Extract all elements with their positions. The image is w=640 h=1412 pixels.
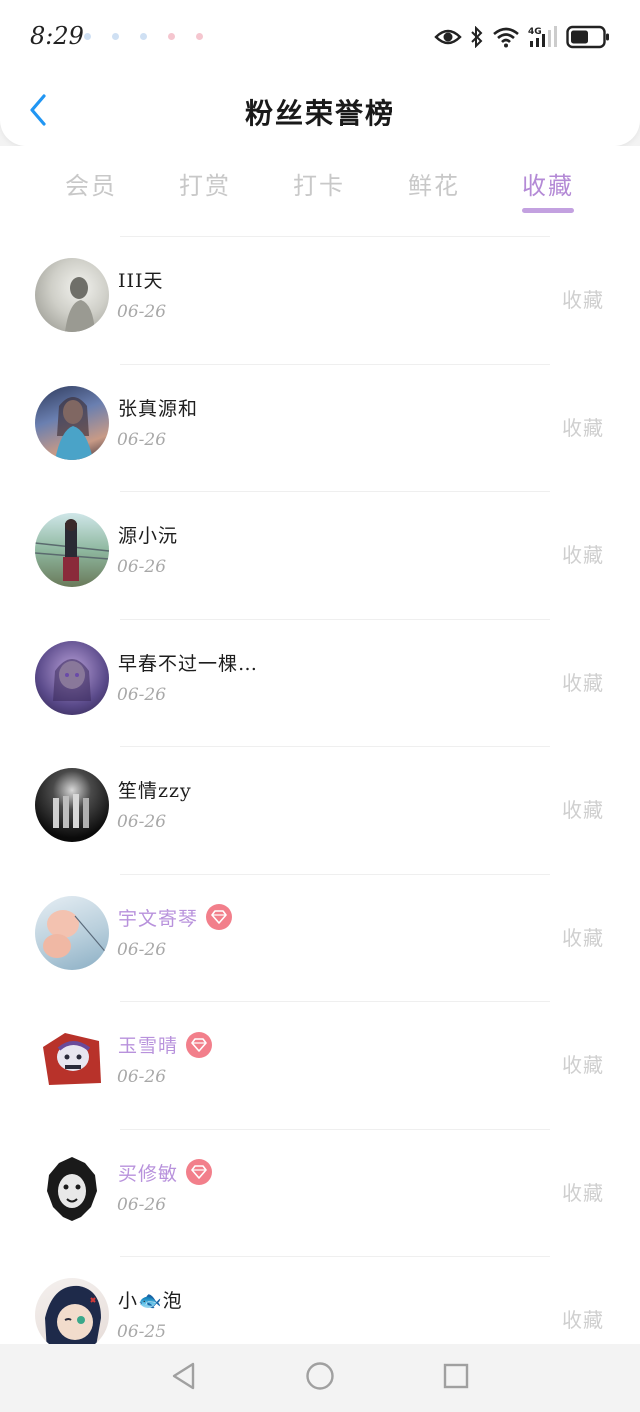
- fan-list: III天 06-26 收藏 张真源和 06-26 收藏 源小沅 06-26 收藏: [0, 236, 640, 1344]
- cellular-signal-icon: 4G: [528, 25, 558, 49]
- diamond-icon: [206, 904, 233, 930]
- list-item[interactable]: 早春不过一棵… 06-26 收藏: [0, 618, 640, 747]
- avatar: [35, 258, 109, 332]
- tab-favorites[interactable]: 收藏: [498, 166, 598, 201]
- system-back-button[interactable]: [167, 1362, 199, 1394]
- nav-bar: 粉丝荣誉榜: [0, 80, 640, 144]
- fan-date: 06-25: [117, 1322, 167, 1342]
- status-bar: 8:29 4G: [0, 0, 640, 74]
- action-label: 收藏: [562, 1308, 604, 1332]
- list-item[interactable]: 笙情zzy 06-26 收藏: [0, 746, 640, 874]
- name-line: 玉雪晴: [118, 1031, 213, 1058]
- system-home-button[interactable]: [304, 1362, 336, 1394]
- avatar: [35, 1150, 109, 1225]
- divider: [120, 1001, 550, 1002]
- notification-dot-icon: [196, 33, 203, 40]
- home-circle-icon: [305, 1361, 335, 1395]
- divider: [120, 491, 550, 492]
- fan-date: 06-26: [117, 557, 167, 577]
- divider: [120, 746, 550, 747]
- tab-bar: 会员 打赏 打卡 鲜花 收藏: [0, 146, 640, 236]
- status-time: 8:29: [30, 22, 84, 50]
- avatar: [35, 385, 109, 460]
- action-label: 收藏: [562, 670, 604, 695]
- list-item[interactable]: III天 06-26 收藏: [0, 236, 640, 364]
- name-line: 早春不过一棵…: [118, 649, 258, 676]
- fan-date: 06-26: [117, 1067, 167, 1087]
- action-label: 收藏: [562, 543, 604, 567]
- fan-name: 小🐟泡: [118, 1290, 183, 1312]
- divider: [120, 1256, 550, 1257]
- divider: [120, 363, 550, 365]
- fan-name: 玉雪晴: [118, 1035, 179, 1057]
- notification-dot-icon: [140, 33, 147, 40]
- name-line: 买修敏: [118, 1159, 213, 1186]
- name-line: III天: [118, 266, 164, 293]
- system-recents-button[interactable]: [440, 1362, 472, 1394]
- fan-date: 06-26: [117, 939, 167, 960]
- avatar: [35, 1023, 109, 1097]
- page-title: 粉丝荣誉榜: [244, 97, 395, 130]
- active-tab-indicator: [522, 208, 574, 213]
- fan-name: 源小沅: [118, 525, 179, 547]
- svg-text:4G: 4G: [528, 27, 542, 37]
- divider: [120, 618, 550, 620]
- notification-dot-icon: [112, 33, 119, 40]
- action-label: 收藏: [562, 288, 604, 312]
- list-item[interactable]: 小🐟泡 06-25 收藏: [0, 1256, 640, 1344]
- eye-icon: [434, 27, 462, 47]
- system-nav-bar: [0, 1344, 640, 1412]
- divider: [120, 1128, 550, 1130]
- avatar: [35, 1278, 109, 1344]
- diamond-icon: [186, 1031, 213, 1058]
- tab-membership[interactable]: 会员: [41, 166, 141, 201]
- tab-checkin[interactable]: 打卡: [269, 166, 369, 201]
- avatar: [35, 895, 109, 970]
- fan-date: 06-26: [117, 429, 167, 450]
- name-line: 笙情zzy: [118, 776, 192, 803]
- list-item[interactable]: 源小沅 06-26 收藏: [0, 491, 640, 619]
- fan-name: 早春不过一棵…: [118, 652, 259, 675]
- recents-square-icon: [442, 1362, 470, 1394]
- fan-date: 06-26: [117, 684, 167, 705]
- tab-tips[interactable]: 打赏: [155, 166, 255, 201]
- divider: [120, 236, 550, 237]
- fan-name: 宇文寄琴: [118, 907, 199, 930]
- notification-icons: [84, 33, 203, 40]
- fan-date: 06-26: [117, 1194, 167, 1215]
- back-triangle-icon: [170, 1361, 196, 1395]
- status-icons: 4G: [434, 22, 610, 52]
- name-line: 源小沅: [118, 521, 178, 548]
- fan-name: 买修敏: [118, 1162, 179, 1185]
- action-label: 收藏: [562, 925, 604, 950]
- action-label: 收藏: [562, 415, 604, 440]
- action-label: 收藏: [562, 1180, 604, 1205]
- name-line: 小🐟泡: [118, 1286, 183, 1313]
- action-label: 收藏: [562, 798, 604, 822]
- notification-dot-icon: [168, 33, 175, 40]
- fan-name: III天: [118, 270, 164, 292]
- name-line: 张真源和: [118, 394, 198, 421]
- action-label: 收藏: [562, 1053, 604, 1077]
- divider: [120, 873, 550, 875]
- list-item[interactable]: 玉雪晴 06-26 收藏: [0, 1001, 640, 1129]
- name-line: 宇文寄琴: [118, 904, 233, 931]
- fan-name: 笙情zzy: [118, 780, 192, 802]
- avatar: [35, 768, 109, 842]
- fan-date: 06-26: [117, 302, 167, 322]
- fan-name: 张真源和: [118, 397, 199, 420]
- battery-icon: [566, 25, 610, 49]
- diamond-icon: [186, 1159, 213, 1185]
- list-item[interactable]: 买修敏 06-26 收藏: [0, 1128, 640, 1257]
- bluetooth-icon: [470, 26, 484, 48]
- tab-flowers[interactable]: 鲜花: [384, 166, 484, 201]
- wifi-icon: [492, 26, 520, 48]
- notification-dot-icon: [84, 33, 91, 40]
- list-item[interactable]: 宇文寄琴 06-26 收藏: [0, 873, 640, 1002]
- list-item[interactable]: 张真源和 06-26 收藏: [0, 363, 640, 492]
- avatar: [35, 513, 109, 587]
- avatar: [35, 640, 109, 715]
- fan-date: 06-26: [117, 812, 167, 832]
- header-card: 8:29 4G 粉丝荣誉榜: [0, 0, 640, 146]
